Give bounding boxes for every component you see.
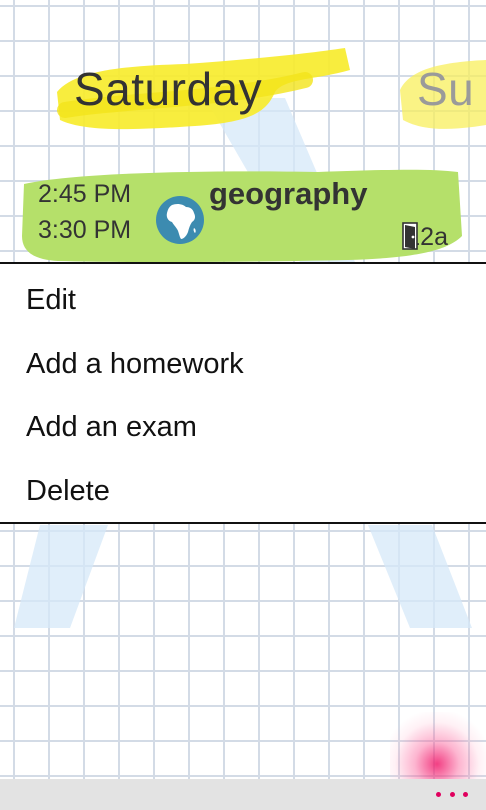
day-label: Saturday: [74, 63, 263, 115]
app-bar: [0, 779, 486, 810]
globe-africa-icon: [155, 195, 205, 245]
ellipsis-icon[interactable]: [436, 786, 468, 802]
lesson-subject: geography: [209, 176, 368, 211]
lesson-start-time: 2:45 PM: [38, 180, 132, 208]
day-label-next: Su: [417, 63, 475, 115]
menu-item-delete[interactable]: Delete: [26, 475, 110, 508]
context-menu: Edit Add a homework Add an exam Delete: [0, 262, 486, 524]
day-header-saturday[interactable]: Saturday: [45, 40, 355, 140]
day-header-next[interactable]: Su: [395, 50, 486, 135]
menu-item-edit[interactable]: Edit: [26, 284, 76, 317]
door-icon: [402, 222, 419, 250]
lesson-room: 12a: [402, 222, 448, 252]
lesson-card[interactable]: 2:45 PM 3:30 PM geography 12a: [18, 166, 463, 264]
menu-item-add-exam[interactable]: Add an exam: [26, 411, 197, 444]
lesson-end-time: 3:30 PM: [38, 216, 132, 244]
menu-item-add-homework[interactable]: Add a homework: [26, 348, 244, 381]
